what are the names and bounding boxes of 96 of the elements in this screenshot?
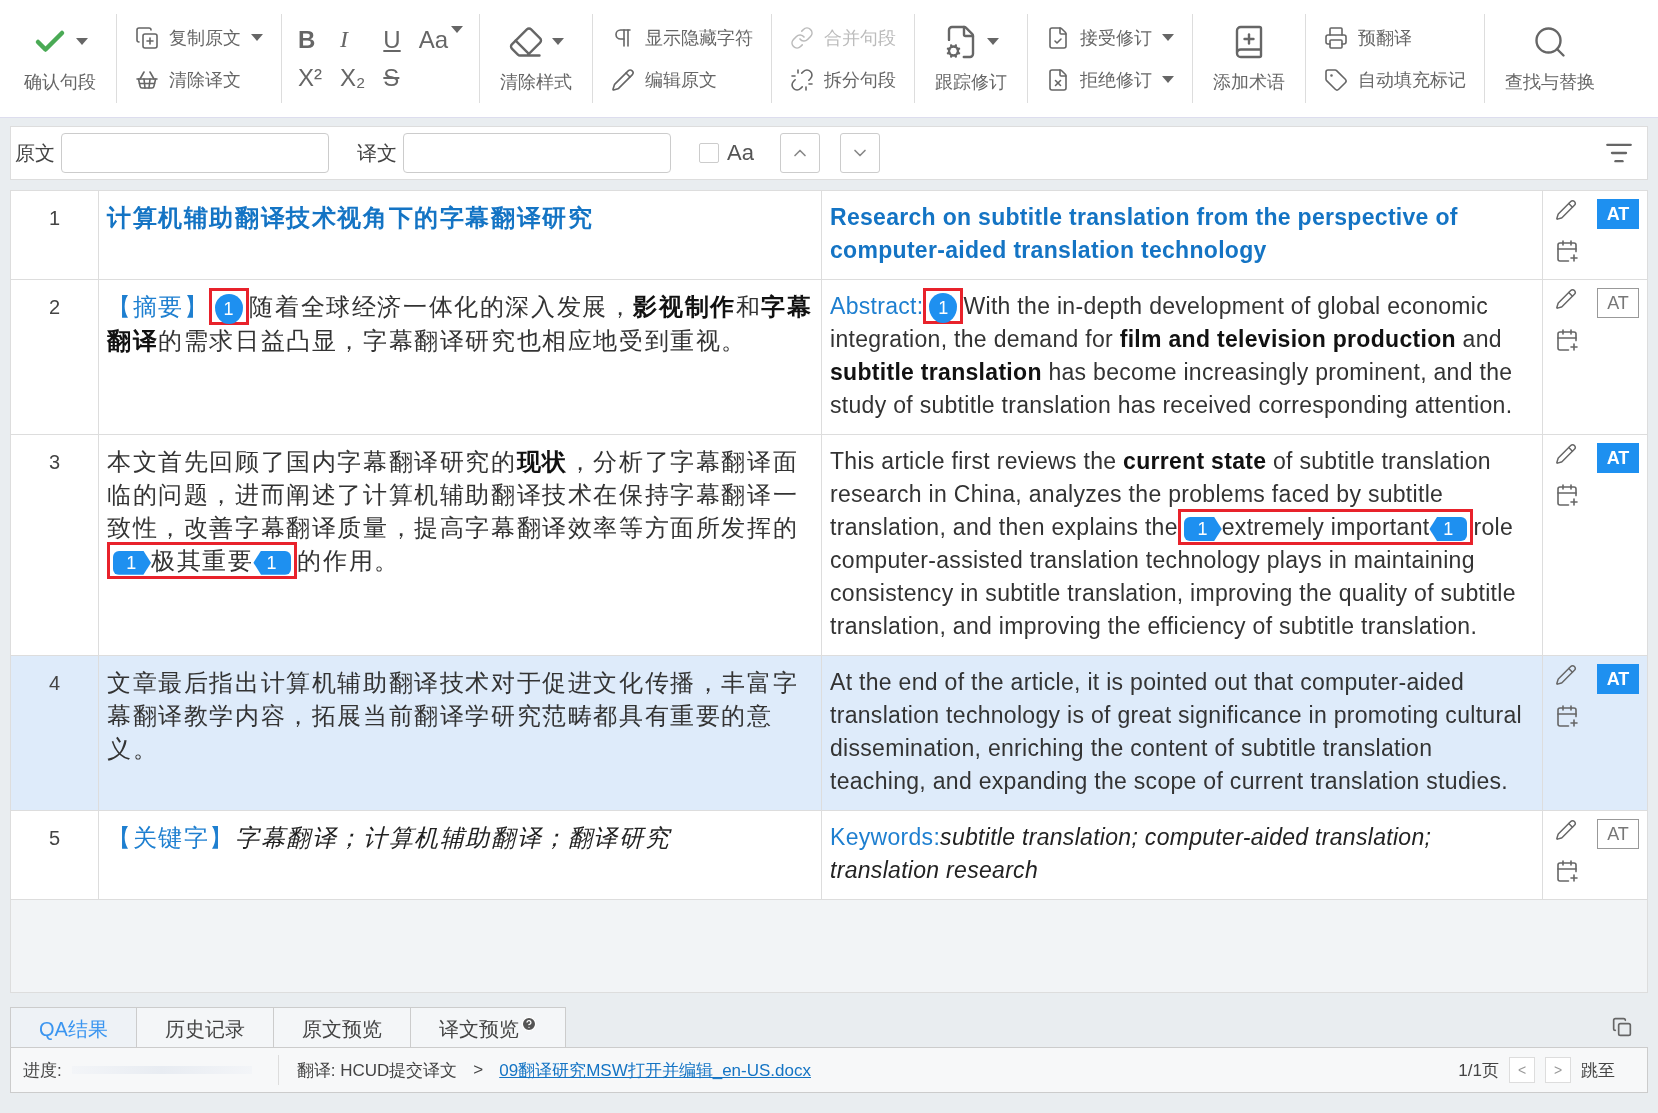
- copy-plus-icon: [135, 25, 159, 50]
- source-text: 文章最后指出计算机辅助翻译技术对于促进文化传播，丰富字幕翻译教学内容，拓展当前翻译学研究范畴都具有重要的意义。: [99, 656, 822, 810]
- inline-tag[interactable]: 1: [1183, 516, 1222, 541]
- breadcrumb-separator: >: [473, 1060, 484, 1080]
- calendar-plus-icon[interactable]: [1555, 239, 1579, 263]
- source-text: 计算机辅助翻译技术视角下的字幕翻译研究: [99, 191, 822, 279]
- format-button[interactable]: Aa: [416, 25, 466, 54]
- source-filter-field[interactable]: [61, 133, 329, 173]
- breadcrumb-text: 翻译: HCUD提交译文: [296, 1059, 458, 1082]
- format-button[interactable]: U: [381, 25, 403, 54]
- calendar-plus-icon[interactable]: [1555, 483, 1579, 507]
- calendar-plus-icon[interactable]: [1555, 859, 1579, 883]
- toolbar-button[interactable]: 清除样式: [494, 19, 579, 98]
- highlight-frame: 1 极其重要 1: [107, 542, 298, 579]
- pencil-icon: [611, 67, 636, 92]
- page-count: 1/1页: [1458, 1059, 1499, 1082]
- tab[interactable]: 原文预览: [272, 1007, 411, 1047]
- target-text[interactable]: Research on subtitle translation from the perspective of computer-aided translation technology: [822, 191, 1543, 279]
- broken-link-icon: [790, 67, 815, 92]
- toolbar-button[interactable]: 复制原文: [131, 23, 267, 52]
- segment-number: 2: [11, 280, 99, 434]
- format-button[interactable]: B: [296, 25, 324, 54]
- format-button[interactable]: X²: [296, 63, 324, 92]
- target-text[interactable]: At the end of the article, it is pointed out that computer-aided translation technology is of great significance in promoting cultural dissemination, enriching the content of subtitle translation teaching, and expanding the scope of current translation studies.: [822, 656, 1543, 810]
- toolbar-button[interactable]: 跟踪修订: [929, 19, 1014, 98]
- toolbar-button[interactable]: 接受修订: [1042, 23, 1179, 52]
- segment-number: 4: [11, 656, 99, 810]
- pencil-icon[interactable]: [1555, 288, 1577, 310]
- segment-row[interactable]: 5 【关键字】字幕翻译；计算机辅助翻译；翻译研究 Keywords:subtitle translation; computer-aided translation; translation research AT: [11, 811, 1647, 900]
- pencil-icon[interactable]: [1555, 664, 1577, 686]
- at-button[interactable]: AT: [1597, 288, 1639, 318]
- tab[interactable]: 历史记录: [135, 1007, 274, 1047]
- format-button[interactable]: S: [381, 63, 403, 92]
- at-button[interactable]: AT: [1597, 664, 1639, 694]
- caret-icon: [251, 34, 263, 41]
- toolbar-button[interactable]: 预翻译: [1320, 23, 1471, 52]
- checkbox-label: Aa: [727, 140, 754, 166]
- file-link[interactable]: 09翻译研究MSW打开并编辑_en-US.docx: [499, 1058, 811, 1082]
- field-label: 原文: [15, 140, 55, 166]
- target-filter-field[interactable]: [403, 133, 671, 173]
- toolbar-button[interactable]: 拒绝修订: [1042, 65, 1179, 94]
- format-button[interactable]: X₂: [338, 63, 368, 92]
- caret-icon: [1162, 76, 1175, 83]
- target-text[interactable]: Abstract: 1 With the in-depth development of global economic integration, the demand for film and television production and subtitle translation has become increasingly prominent, and the study of subtitle translation has received corresponding attention.: [822, 280, 1543, 434]
- caret-icon: [552, 38, 565, 45]
- target-text[interactable]: Keywords:subtitle translation; computer-aided translation; translation research: [822, 811, 1543, 899]
- toolbar-button[interactable]: 编辑原文: [607, 65, 758, 94]
- source-text: 【关键字】字幕翻译；计算机辅助翻译；翻译研究: [99, 811, 822, 899]
- progress-label: 进度:: [23, 1059, 62, 1082]
- tag-icon: [1324, 67, 1349, 92]
- inline-tag[interactable]: 1: [215, 293, 244, 324]
- inline-tag[interactable]: 1: [113, 550, 151, 575]
- segment-number: 1: [11, 191, 99, 279]
- toolbar-button[interactable]: 清除译文: [131, 65, 267, 94]
- printer-icon: [1324, 25, 1349, 50]
- pencil-icon[interactable]: [1555, 199, 1577, 221]
- source-text: 本文首先回顾了国内字幕翻译研究的现状，分析了字幕翻译面临的问题，进而阐述了计算机辅助翻译技术在保持字幕翻译一致性，改善字幕翻译质量，提高字幕翻译效率等方面所发挥的 1 极其重要 1 的作用。: [99, 435, 822, 655]
- target-text[interactable]: This article first reviews the current state of subtitle translation research in China, analyzes the problems faced by subtitle translation, and then explains the 1 extremely important 1 role computer-assisted translation technology plays in maintaining consistency in subtitle translation, improving the quality of subtitle translation, and improving the efficiency of subtitle translation.: [822, 435, 1543, 655]
- caret-icon: [1162, 34, 1175, 41]
- segment-number: 5: [11, 811, 99, 899]
- pencil-icon[interactable]: [1555, 819, 1577, 841]
- toolbar-button[interactable]: 确认句段: [18, 19, 102, 98]
- segment-row[interactable]: [11, 435, 1647, 656]
- field-label: 译文: [357, 140, 397, 166]
- toolbar-button[interactable]: 自动填充标记: [1320, 65, 1471, 94]
- toolbar-button[interactable]: 显示隐藏字符: [607, 23, 758, 52]
- calendar-plus-icon[interactable]: [1555, 704, 1579, 728]
- segment-number: 3: [11, 435, 99, 655]
- inline-tag[interactable]: 1: [1429, 516, 1468, 541]
- toolbar-button[interactable]: 添加术语: [1207, 19, 1292, 98]
- next-page-button[interactable]: >: [1545, 1057, 1571, 1083]
- help-icon: [520, 1016, 537, 1032]
- inline-tag[interactable]: 1: [929, 292, 958, 323]
- caret-icon: [987, 38, 1000, 45]
- checkbox[interactable]: [699, 143, 719, 163]
- source-text: 【摘要】 1 随着全球经济一体化的深入发展，影视制作和字幕翻译的需求日益凸显，字幕翻译研究也相应地受到重视。: [99, 280, 822, 434]
- pencil-icon[interactable]: [1555, 443, 1577, 465]
- toolbar-button[interactable]: 拆分句段: [786, 65, 901, 94]
- highlight-frame: 1 extremely important 1: [1177, 509, 1474, 545]
- segment-row[interactable]: 1 计算机辅助翻译技术视角下的字幕翻译研究 Research on subtitle translation from the perspective of computer-aided translation technology AT: [11, 191, 1647, 280]
- caret-icon: [451, 25, 464, 33]
- calendar-plus-icon[interactable]: [1555, 328, 1579, 352]
- segment-row[interactable]: [11, 280, 1647, 435]
- inline-tag[interactable]: 1: [253, 550, 292, 575]
- tab[interactable]: 译文预览: [409, 1007, 566, 1047]
- segment-row[interactable]: [11, 656, 1647, 811]
- caret-icon: [76, 38, 88, 45]
- at-button[interactable]: AT: [1597, 199, 1639, 229]
- previous-page-button[interactable]: <: [1509, 1057, 1535, 1083]
- jump-label: 跳至: [1581, 1059, 1615, 1082]
- copy-icon[interactable]: [1612, 1017, 1632, 1037]
- format-button[interactable]: I: [338, 26, 368, 53]
- at-button[interactable]: AT: [1597, 819, 1639, 849]
- at-button[interactable]: AT: [1597, 443, 1639, 473]
- link-icon: [790, 25, 815, 50]
- toolbar-button[interactable]: 查找与替换: [1499, 19, 1602, 98]
